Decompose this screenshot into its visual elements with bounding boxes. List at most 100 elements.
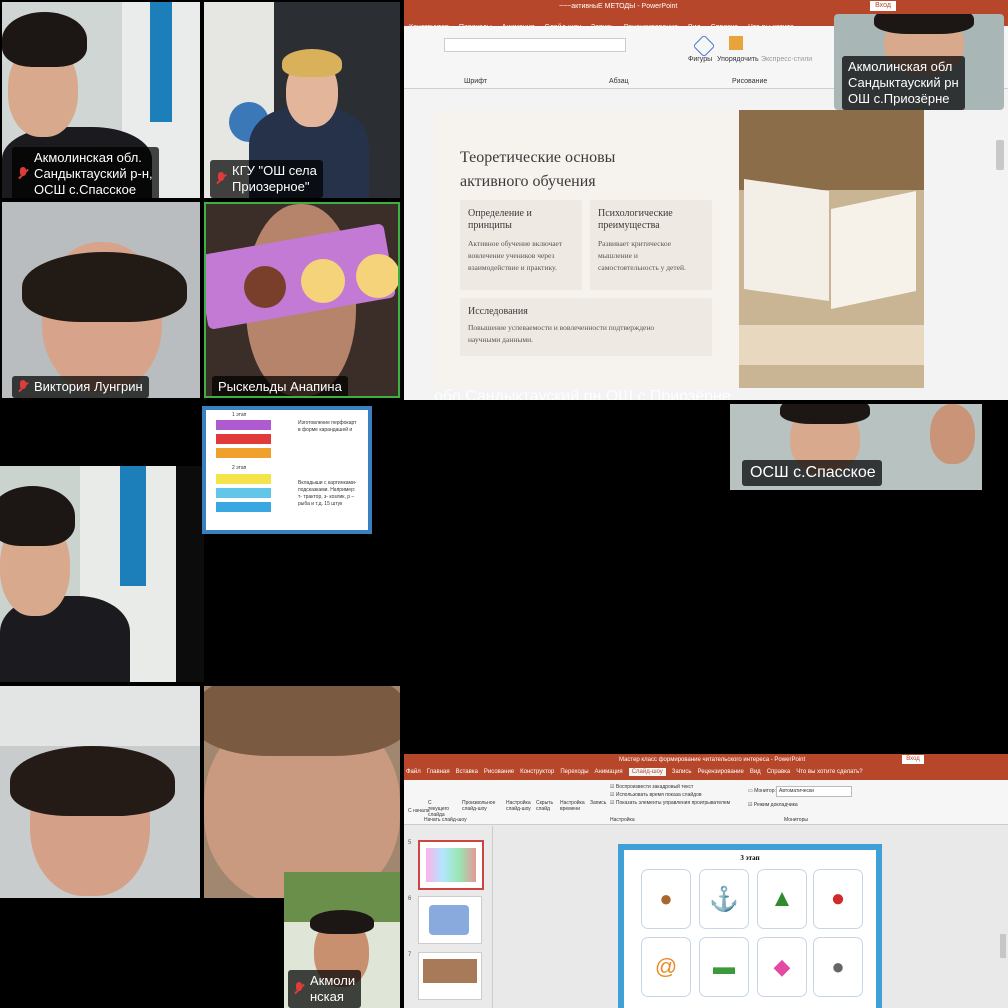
card-hole [244,266,286,308]
pencil-card [216,488,271,498]
video-tile-5[interactable]: 1 этап Изготовление перфокарт в форме ка… [0,404,400,682]
custom-show-button[interactable]: Произвольное слайд-шоу [462,800,496,812]
book-page-right [831,190,916,310]
group-label: Настройка [610,817,635,823]
slide-number: 6 [408,896,412,902]
card-text: Развивает критическое мышление и самосто… [598,239,686,272]
apple-card: ● [814,870,862,928]
screen-share-3[interactable]: Мастер класс формирование читательского … [404,754,1008,1008]
video-tile-6[interactable] [0,686,200,898]
rehearse-timings-button[interactable]: Настройка времени [560,800,588,812]
tell-me-search[interactable]: Что вы хотите сделать? [796,769,862,775]
arrange-button[interactable]: Упорядочить [717,56,759,63]
screen-share-1[interactable]: ~~~активныЕ МЕТОДЫ - PowerPoint Вход Кон… [404,0,1008,400]
check-presenter-view[interactable]: ☑ Режим докладчика [748,802,798,808]
monitor-label: ▭ Монитор: [748,788,776,794]
pencil-card [216,502,271,512]
tab[interactable]: Анимация [595,769,623,775]
watermark-text: обл Сандыктауский рн ОШ с Приозёрне [434,388,731,400]
check-narration[interactable]: ☑ Воспроизвести закадровый текст [610,784,693,790]
anchor-card: ⚓ [700,870,748,928]
person-hair [22,252,187,322]
participant-name: ОСШ с.Спасское [742,460,882,486]
slide-thumbnail-selected[interactable] [418,840,484,890]
wall-bg [0,686,200,746]
slide-canvas[interactable]: Теоретические основы активного обучения … [434,110,924,388]
video-tile-2[interactable]: КГУ "ОШ села Приозерное" [204,2,400,198]
slide-number: 5 [408,840,412,846]
slide-canvas[interactable]: 3 этап ● ⚓ ▲ ● @ ▬ ◆ ● [618,844,882,1008]
tab[interactable]: Вид [750,769,761,775]
slide-heading: Теоретические основы активного обучения [460,149,616,190]
video-tile-8[interactable]: Акмоли нская [284,872,400,1008]
check-media-controls[interactable]: ☑ Показать элементы управления проигрыва… [610,800,730,806]
card-title: Психологические преимущества [598,208,673,231]
tab[interactable]: Главная [427,769,450,775]
iron-icon: ◆ [773,954,791,979]
tab[interactable]: Конструктор [520,769,554,775]
mic-muted-icon [18,380,28,394]
group-label: Мониторы [784,817,808,823]
person-hair [310,910,374,934]
from-current-button[interactable]: С текущего слайда [428,800,454,818]
cucumber-icon: ▬ [713,954,735,979]
iron-card: ◆ [758,938,806,996]
login-button[interactable]: Вход [870,1,896,11]
apple-icon: ● [830,885,846,912]
from-beginning-button[interactable]: С начала [408,808,430,814]
card-definition: Определение и принципы Активное обучение… [460,200,582,290]
card-hole [356,254,398,298]
scrollbar[interactable] [996,140,1004,170]
video-tile-7[interactable] [204,686,400,898]
tree-icon: ▲ [770,885,794,912]
group-label: Начать слайд-шоу [424,817,467,823]
person-hair [874,14,974,34]
tab[interactable]: Запись [672,769,692,775]
ribbon-tabs: КонструкторПереходыАнимацияСлайд-шоуЗапи… [404,16,844,31]
raccoon-icon: ● [831,954,845,979]
video-tile-3[interactable]: Виктория Лунгрин [2,202,200,398]
tab[interactable]: Файл [406,769,421,775]
tab[interactable]: Рецензирование [697,769,743,775]
shelf-bg [739,110,924,190]
card-benefits: Психологические преимущества Развивает к… [590,200,712,290]
login-button[interactable]: Вход [902,755,924,764]
person-hair [780,404,870,424]
screen-share-2[interactable]: ОСШ с.Спасское [404,404,1008,750]
person-hair [204,686,400,756]
raccoon-card: ● [814,938,862,996]
slide-thumbnail[interactable] [418,896,482,944]
quick-styles-button[interactable]: Экспресс-стили [761,56,812,63]
card-research: Исследования Повышение успеваемости и во… [460,298,712,356]
anchor-icon: ⚓ [709,885,739,913]
monitor-select[interactable]: Автоматически [776,786,852,797]
card-title: Исследования [468,306,528,317]
tab-slideshow-active[interactable]: Слайд-шоу [628,768,666,776]
person-hair [10,746,175,816]
hide-slide-button[interactable]: Скрыть слайд [536,800,556,812]
shapes-button[interactable]: Фигуры [688,56,712,63]
ppt-titlebar: Мастер класс формирование читательского … [404,754,1008,780]
record-button[interactable]: Запись [590,800,606,806]
tab[interactable]: Справка [767,769,791,775]
tab[interactable]: Рисование [484,769,514,775]
group-paragraph-label: Абзац [609,78,629,85]
video-tile-1[interactable]: Акмолинская обл. Сандыктауский р-н, ОСШ … [2,2,200,198]
tab[interactable]: Вставка [456,769,478,775]
setup-show-button[interactable]: Настройка слайд-шоу [506,800,534,812]
check-timings[interactable]: ☑ Использовать время показа слайдов [610,792,702,798]
tab[interactable]: Переходы [560,769,588,775]
participant-name: Акмолинская обл Сандыктауский рн ОШ с.Пр… [842,56,965,110]
snail-card: @ [642,938,690,996]
card-hole [301,259,345,303]
worksheet-text: Вкладыши с картинками-подсказками. Напри… [298,480,357,507]
participant-name: Рыскельды Анапина [212,376,348,396]
video-tile-4-active[interactable]: Рыскельды Анапина [204,202,400,398]
person-face [930,404,975,464]
worksheet-label: 1 этап [232,412,247,418]
card-title: Определение и принципы [468,208,532,231]
slide-thumbnail[interactable] [418,952,482,1000]
person-hair [2,12,87,67]
font-box[interactable] [444,38,626,52]
scrollbar[interactable] [1000,934,1006,958]
